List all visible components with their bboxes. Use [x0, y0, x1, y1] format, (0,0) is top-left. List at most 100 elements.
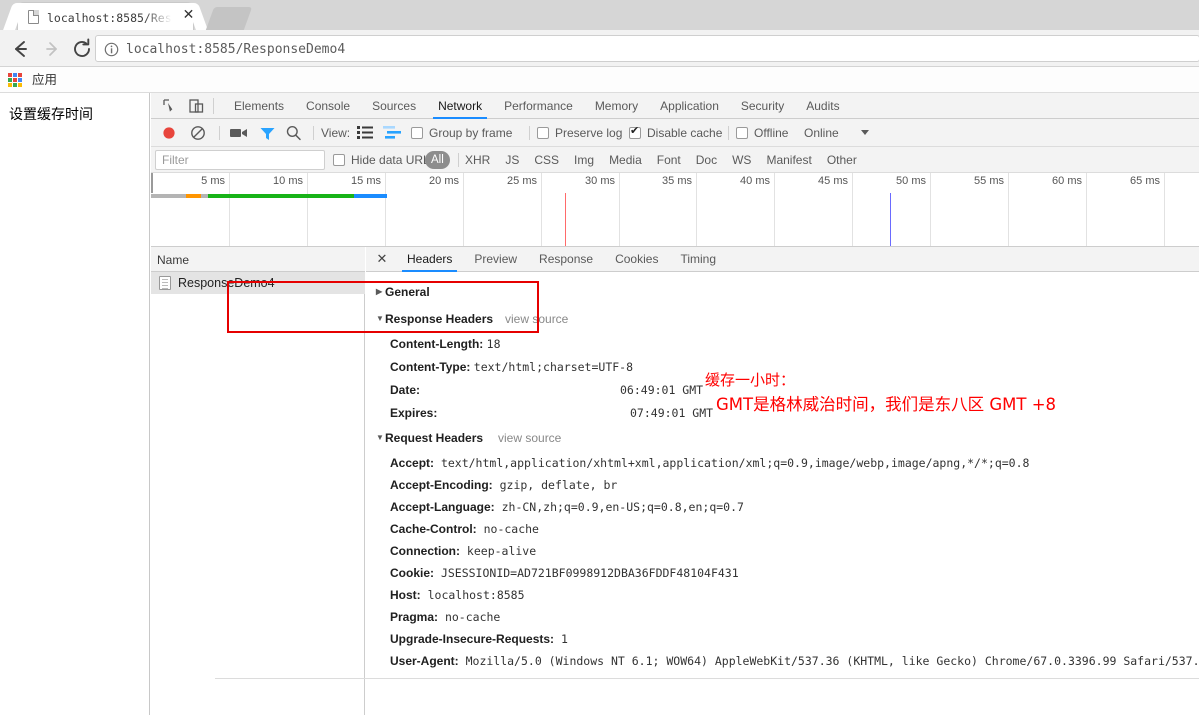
- browser-tab-active[interactable]: localhost:8585/Respons: [18, 3, 193, 30]
- disable-cache-label: Disable cache: [647, 126, 723, 140]
- checkbox-box: [736, 127, 748, 139]
- divider: [215, 678, 1199, 679]
- tab-console[interactable]: Console: [295, 93, 361, 119]
- request-list-header: Name: [151, 247, 365, 272]
- hide-data-urls-label: Hide data URLs: [351, 153, 436, 167]
- timeline-ruler: 5 ms 10 ms 15 ms 20 ms 25 ms 30 ms 35 ms 40 ms 4…: [151, 173, 1199, 246]
- network-overview-timeline[interactable]: 5 ms 10 ms 15 ms 20 ms 25 ms 30 ms 35 ms 40 ms 4…: [151, 173, 1199, 247]
- chevron-down-icon: ▼: [376, 314, 384, 323]
- request-detail-pane: ✕ Headers Preview Response Cookies Timing ▶ G…: [366, 247, 1199, 715]
- table-row[interactable]: ResponseDemo4: [151, 272, 365, 294]
- section-response-headers-title: Response Headers: [385, 312, 494, 326]
- detail-tab-response[interactable]: Response: [528, 247, 604, 272]
- tab-performance[interactable]: Performance: [493, 93, 584, 119]
- timeline-tick-label: 5 ms: [201, 175, 225, 187]
- tab-memory[interactable]: Memory: [584, 93, 649, 119]
- new-tab-button[interactable]: [205, 7, 253, 30]
- header-name: Cache-Control:: [390, 522, 477, 536]
- header-name: Connection:: [390, 544, 460, 558]
- checkbox-box-checked: [629, 124, 641, 139]
- header-name: Upgrade-Insecure-Requests:: [390, 632, 555, 646]
- view-source-response[interactable]: view source: [505, 311, 568, 327]
- forward-arrow-icon[interactable]: [40, 36, 66, 62]
- view-source-request[interactable]: view source: [498, 430, 561, 446]
- timeline-segment-content-download: [207, 194, 355, 198]
- timeline-tick-label: 10 ms: [273, 175, 303, 187]
- list-view-icon[interactable]: [357, 125, 373, 140]
- detail-tab-headers[interactable]: Headers: [396, 247, 463, 272]
- tab-elements[interactable]: Elements: [223, 93, 295, 119]
- hide-data-urls-checkbox[interactable]: Hide data URLs: [333, 151, 436, 169]
- section-request-headers-title: Request Headers: [385, 431, 484, 445]
- type-filter-font[interactable]: Font: [657, 151, 681, 169]
- detail-tab-preview[interactable]: Preview: [463, 247, 528, 272]
- timeline-tick-label: 35 ms: [662, 175, 692, 187]
- toolbar-divider: [529, 126, 530, 140]
- header-name: Expires:: [390, 406, 438, 420]
- offline-checkbox[interactable]: Offline: [736, 124, 788, 142]
- reload-icon[interactable]: [69, 36, 95, 62]
- filter-funnel-icon[interactable]: [259, 124, 276, 142]
- type-filter-other[interactable]: Other: [827, 151, 857, 169]
- network-split-pane: Name ResponseDemo4 ✕ Headers Preview Respo…: [151, 247, 1199, 715]
- device-toolbar-icon[interactable]: [187, 97, 206, 116]
- type-filter-xhr[interactable]: XHR: [465, 151, 490, 169]
- preserve-log-checkbox[interactable]: Preserve log: [537, 124, 622, 142]
- timeline-gridline: [307, 173, 308, 246]
- info-circle-icon[interactable]: [104, 42, 119, 57]
- group-by-frame-checkbox[interactable]: Group by frame: [411, 124, 512, 142]
- section-request-headers[interactable]: ▼Request Headers: [376, 430, 483, 446]
- waterfall-view-icon[interactable]: [383, 125, 401, 140]
- navigation-bar: localhost:8585/ResponseDemo4: [0, 30, 1199, 67]
- header-row: Host: localhost:8585: [390, 587, 525, 603]
- checkbox-box: [537, 127, 549, 139]
- header-value: 06:49:01 GMT: [620, 383, 704, 397]
- type-filter-ws[interactable]: WS: [732, 151, 751, 169]
- detail-tab-cookies[interactable]: Cookies: [604, 247, 669, 272]
- throttling-select[interactable]: Online: [804, 125, 839, 141]
- type-filter-doc[interactable]: Doc: [696, 151, 717, 169]
- section-response-headers[interactable]: ▼Response Headers: [376, 311, 493, 327]
- tab-network[interactable]: Network: [427, 93, 493, 119]
- preserve-log-label: Preserve log: [555, 126, 623, 140]
- tab-audits[interactable]: Audits: [795, 93, 850, 119]
- chevron-down-icon[interactable]: [861, 130, 869, 135]
- section-general[interactable]: ▶ General: [376, 284, 430, 300]
- timeline-gridline: [774, 173, 775, 246]
- devtools-tabbar: Elements Console Sources Network Performance…: [151, 93, 1199, 119]
- back-arrow-icon[interactable]: [8, 36, 34, 62]
- header-value: 18: [486, 337, 501, 351]
- address-bar[interactable]: localhost:8585/ResponseDemo4: [95, 35, 1199, 62]
- type-filter-css[interactable]: CSS: [534, 151, 559, 169]
- clear-icon[interactable]: [189, 124, 207, 142]
- camera-icon[interactable]: [229, 125, 249, 141]
- bookmark-apps-label[interactable]: 应用: [32, 72, 57, 88]
- type-filter-img[interactable]: Img: [574, 151, 594, 169]
- timeline-marker-load: [889, 193, 891, 246]
- annotation-line-1: 缓存一小时：: [705, 371, 796, 389]
- type-filter-manifest[interactable]: Manifest: [766, 151, 811, 169]
- tab-title: localhost:8585/Respons: [47, 11, 172, 25]
- header-value: no-cache: [476, 522, 539, 536]
- tab-security[interactable]: Security: [730, 93, 795, 119]
- type-filter-media[interactable]: Media: [609, 151, 642, 169]
- header-name: Accept-Encoding:: [390, 478, 493, 492]
- filter-input[interactable]: Filter: [155, 150, 325, 170]
- record-icon[interactable]: [160, 124, 178, 142]
- header-value: JSESSIONID=AD721BF0998912DBA36FDDF48104F…: [434, 566, 739, 580]
- disable-cache-checkbox[interactable]: Disable cache: [629, 124, 722, 142]
- detail-tab-timing[interactable]: Timing: [669, 247, 727, 272]
- close-icon[interactable]: ✕: [374, 251, 390, 267]
- type-filter-js[interactable]: JS: [505, 151, 519, 169]
- search-icon[interactable]: [285, 124, 302, 142]
- tab-application[interactable]: Application: [649, 93, 730, 119]
- timeline-tick-label: 45 ms: [818, 175, 848, 187]
- apps-grid-icon[interactable]: [8, 73, 22, 87]
- header-name: Host:: [390, 588, 421, 602]
- inspect-element-icon[interactable]: [161, 97, 180, 116]
- chevron-right-icon: ▶: [376, 287, 383, 296]
- type-filter-all[interactable]: All: [425, 151, 450, 169]
- tab-sources[interactable]: Sources: [361, 93, 427, 119]
- close-icon[interactable]: ✕: [181, 7, 196, 22]
- toolbar-divider: [213, 98, 214, 114]
